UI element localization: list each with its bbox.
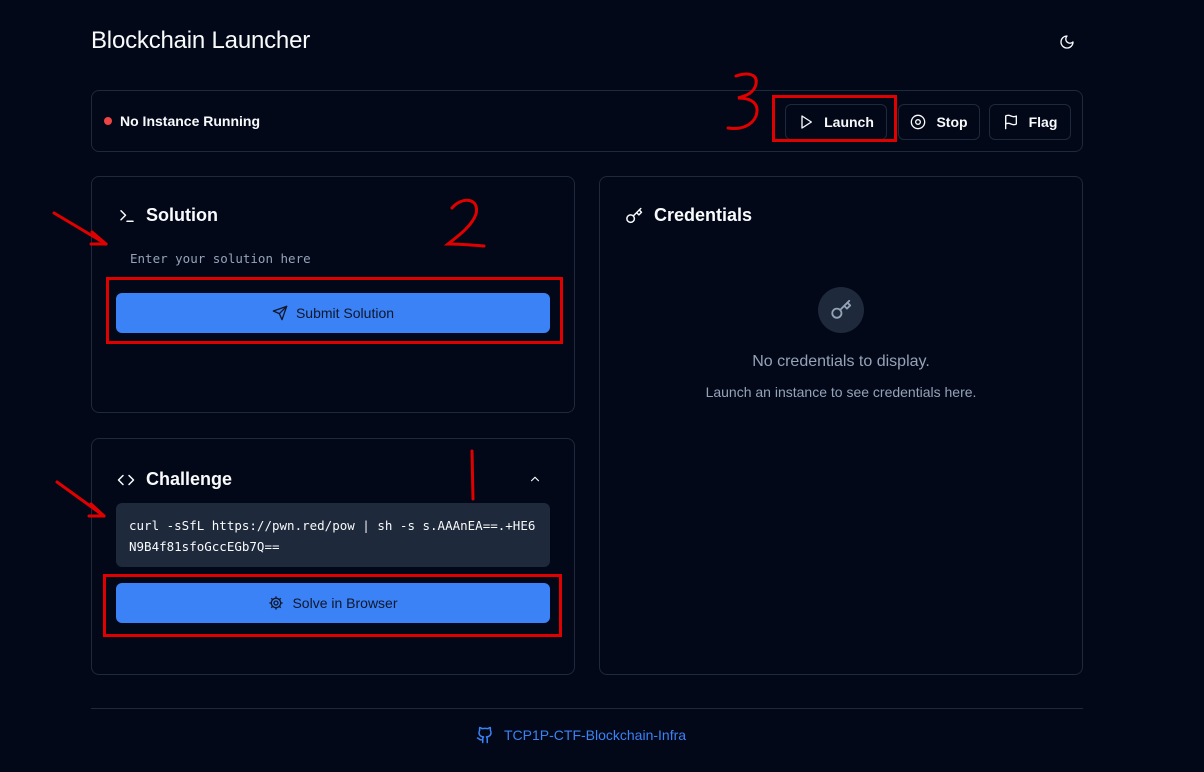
key-icon xyxy=(831,299,852,319)
challenge-title: Challenge xyxy=(116,469,232,490)
footer-github-link[interactable]: TCP1P-CTF-Blockchain-Infra xyxy=(476,726,686,744)
credentials-title-text: Credentials xyxy=(654,205,753,225)
page-title: Blockchain Launcher xyxy=(91,27,311,54)
github-icon xyxy=(476,726,492,744)
instance-status: No Instance Running xyxy=(104,113,260,129)
stop-button[interactable]: Stop xyxy=(898,104,980,140)
empty-state-title: No credentials to display. xyxy=(752,353,930,370)
theme-toggle-button[interactable] xyxy=(1055,30,1079,54)
challenge-title-text: Challenge xyxy=(146,469,233,489)
flag-icon xyxy=(1004,114,1017,130)
challenge-card: Challenge curl -sSfL https://pwn.red/pow… xyxy=(91,438,575,675)
status-text: No Instance Running xyxy=(120,113,260,129)
status-dot xyxy=(104,117,112,125)
annotation-box-solve xyxy=(103,574,562,637)
moon-icon xyxy=(1060,35,1074,49)
key-icon xyxy=(626,207,643,223)
stop-label: Stop xyxy=(936,114,968,130)
collapse-button[interactable] xyxy=(525,469,545,489)
empty-state-subtitle: Launch an instance to see credentials he… xyxy=(705,384,977,400)
solution-input[interactable] xyxy=(116,247,552,269)
footer-divider xyxy=(91,708,1083,709)
solution-title: Solution xyxy=(118,205,218,226)
terminal-icon xyxy=(120,209,134,222)
instance-status-bar: No Instance Running Launch Stop Flag xyxy=(91,90,1083,152)
code-icon xyxy=(117,474,135,485)
annotation-box-submit xyxy=(106,277,563,344)
credentials-title: Credentials xyxy=(624,205,752,226)
solution-title-text: Solution xyxy=(146,205,218,225)
stop-circle-icon xyxy=(911,114,926,130)
chevron-up-icon xyxy=(530,476,540,482)
footer-link-text: TCP1P-CTF-Blockchain-Infra xyxy=(504,727,687,743)
flag-label: Flag xyxy=(1028,114,1058,130)
empty-state-icon xyxy=(818,287,864,333)
annotation-box-launch xyxy=(772,95,897,142)
flag-button[interactable]: Flag xyxy=(989,104,1071,140)
credentials-card: Credentials No credentials to display. L… xyxy=(599,176,1083,675)
challenge-command[interactable]: curl -sSfL https://pwn.red/pow | sh -s s… xyxy=(116,503,550,567)
